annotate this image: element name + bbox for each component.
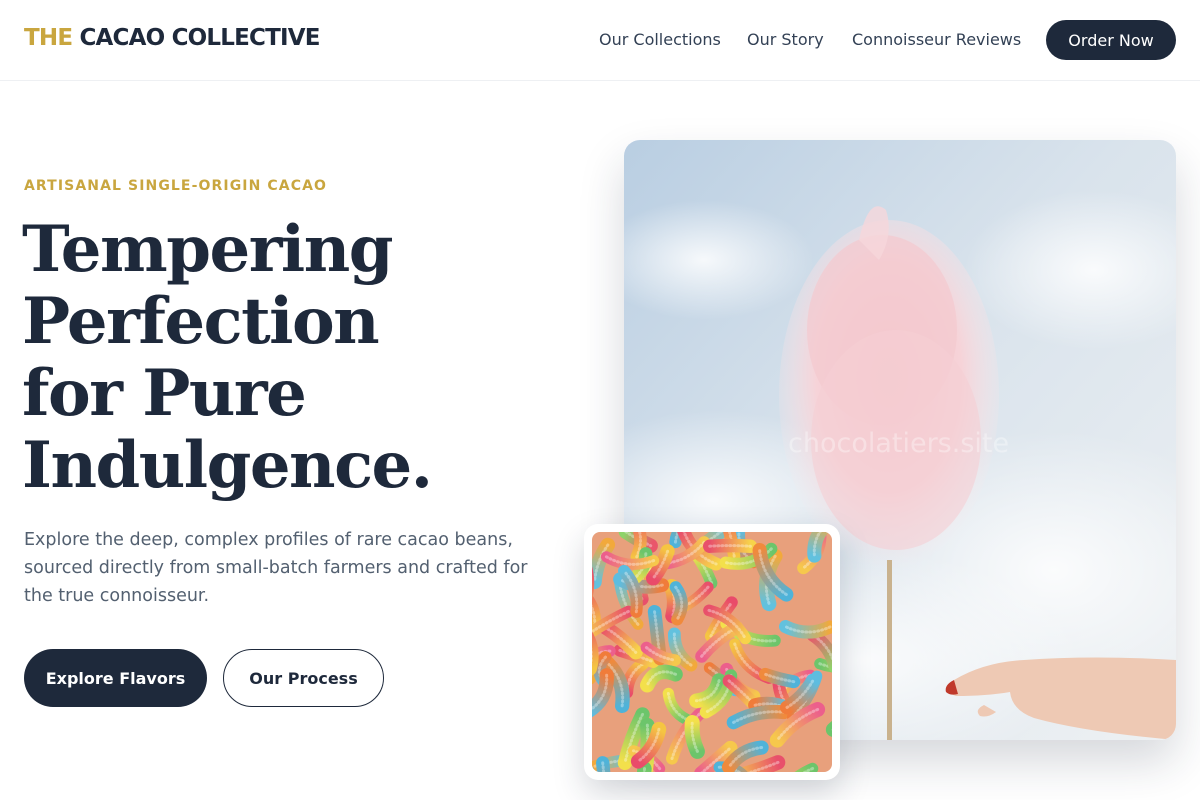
headline-line: for Pure (22, 356, 307, 431)
description-line: sourced directly from small-batch farmer… (24, 558, 528, 578)
headline-line: Tempering (22, 212, 394, 287)
secondary-image-card (584, 524, 840, 780)
nav-link-our-collections[interactable]: Our Collections (599, 30, 721, 49)
hero-eyebrow: ARTISANAL SINGLE-ORIGIN CACAO (24, 178, 328, 194)
nav-link-our-story[interactable]: Our Story (747, 30, 824, 49)
site-header: THE CACAO COLLECTIVE Our Collections Our… (0, 0, 1200, 81)
brand-logo[interactable]: THE CACAO COLLECTIVE (24, 25, 320, 51)
headline-line: Indulgence. (22, 428, 433, 503)
description-line: the true connoisseur. (24, 586, 210, 606)
headline-line: Perfection (22, 284, 380, 359)
hero-headline: Tempering Perfection for Pure Indulgence… (22, 214, 562, 502)
logo-accent-text: THE (24, 25, 73, 51)
gummy-candy-photo (592, 532, 832, 772)
hero-description: Explore the deep, complex profiles of ra… (24, 526, 544, 610)
sugar-coating (708, 544, 752, 548)
logo-main-text: CACAO COLLECTIVE (79, 25, 320, 51)
nav-link-connoisseur-reviews[interactable]: Connoisseur Reviews (852, 30, 1021, 49)
explore-flavors-button[interactable]: Explore Flavors (24, 649, 207, 707)
our-process-button[interactable]: Our Process (223, 649, 384, 707)
gummy-worms-image (592, 532, 832, 772)
description-line: Explore the deep, complex profiles of ra… (24, 530, 513, 550)
order-now-button[interactable]: Order Now (1046, 20, 1176, 60)
